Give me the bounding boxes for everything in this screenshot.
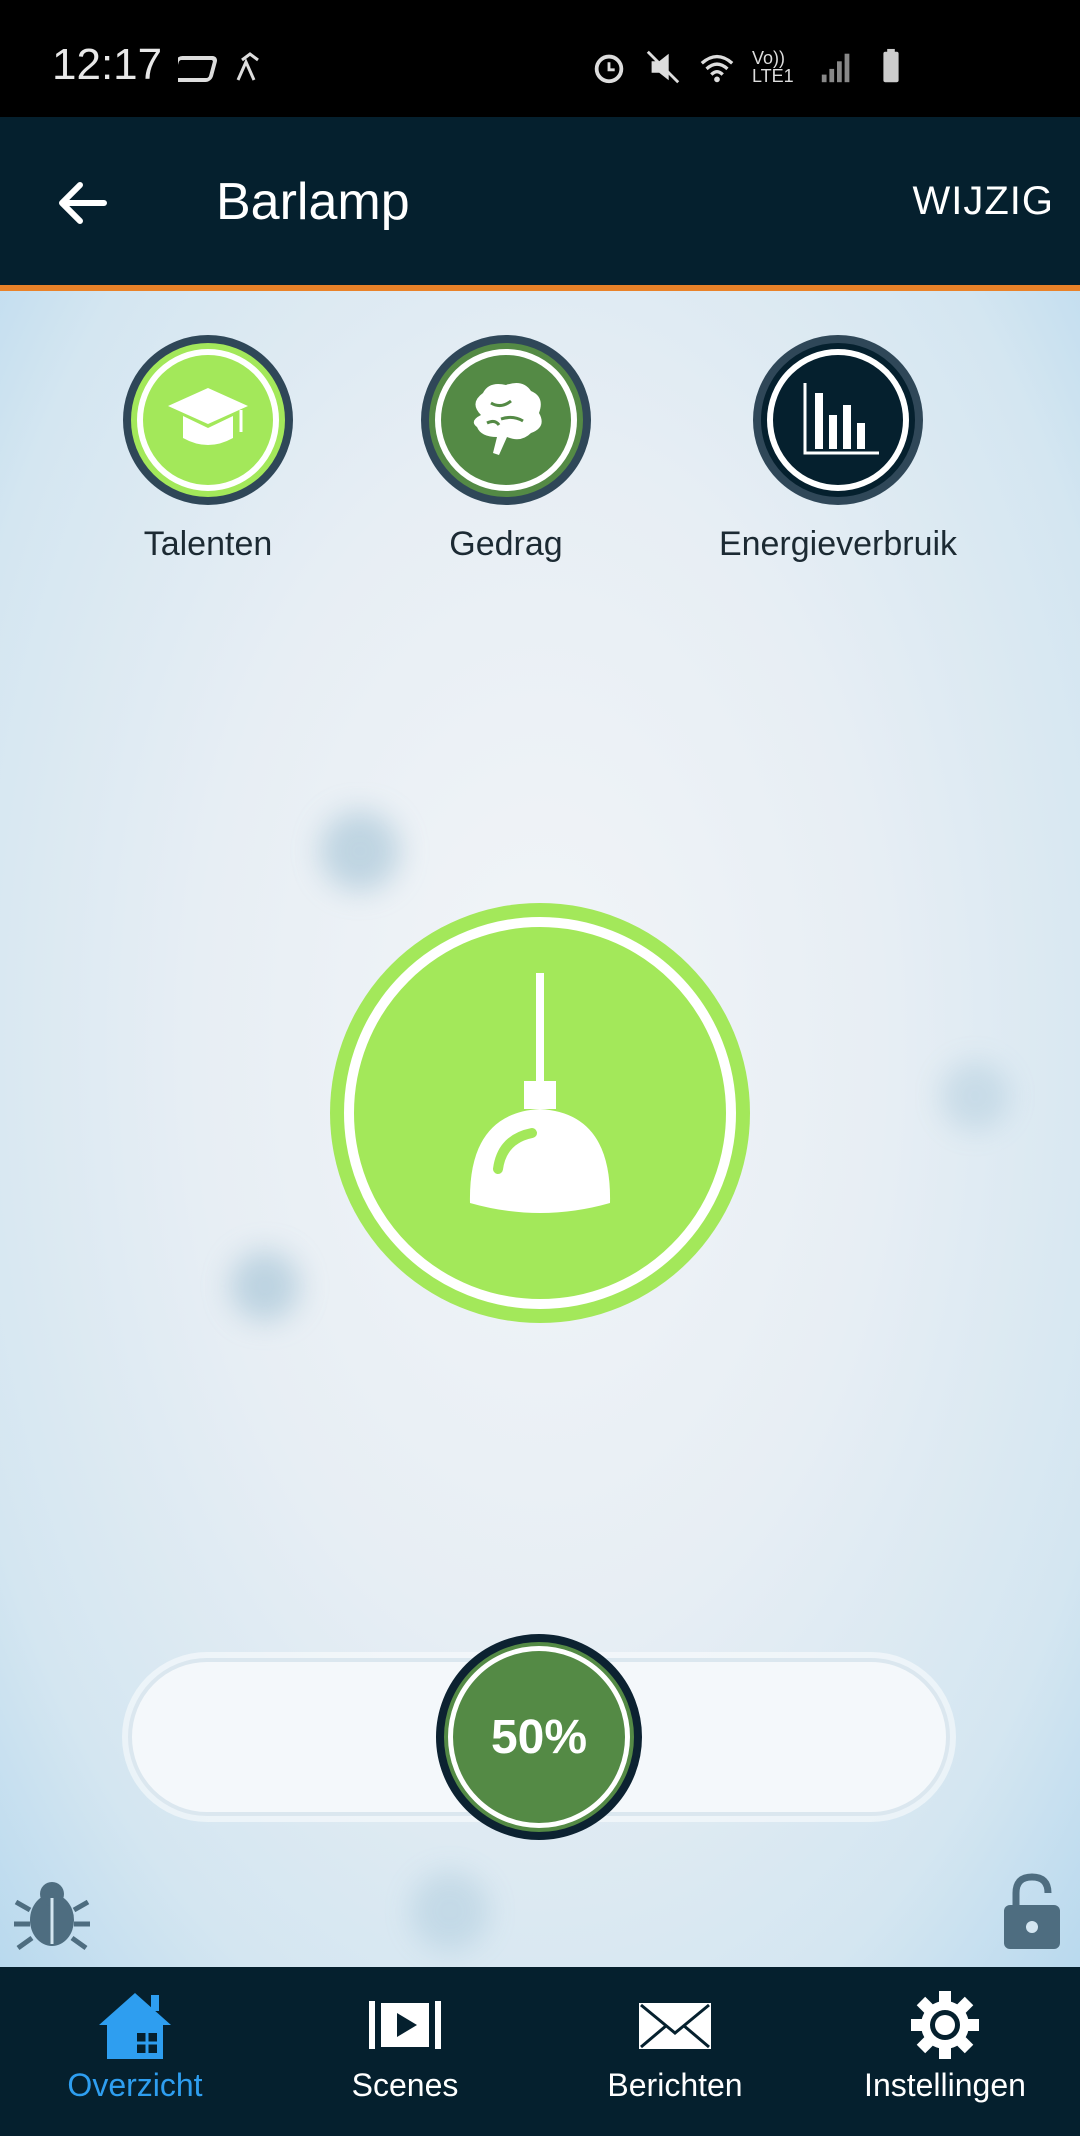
feature-label: Talenten <box>143 525 273 563</box>
bug-icon[interactable] <box>12 1874 92 1954</box>
battery-icon <box>883 48 899 83</box>
brain-icon <box>473 383 542 455</box>
gear-icon <box>911 1991 979 2059</box>
feature-energieverbruik[interactable]: Energieverbruik <box>688 335 988 564</box>
nav-label: Overzicht <box>67 2067 203 2103</box>
dimmer-value: 50% <box>490 1710 588 1764</box>
feature-gedrag[interactable]: Gedrag <box>356 335 656 564</box>
feature-energieverbruik-circle[interactable] <box>753 335 923 505</box>
device-detail-panel: Talenten Gedrag Energieverbruik 50% <box>0 291 1080 1967</box>
background-blur <box>410 1871 490 1951</box>
feature-label: Gedrag <box>449 525 563 563</box>
feature-talenten[interactable]: Talenten <box>58 335 358 564</box>
nav-label: Instellingen <box>864 2067 1026 2103</box>
dimmer-slider-knob[interactable]: 50% <box>436 1634 642 1840</box>
nav-label: Berichten <box>607 2067 743 2103</box>
nav-item-berichten[interactable]: Berichten <box>540 1967 810 2136</box>
nav-label: Scenes <box>351 2067 459 2103</box>
background-blur <box>320 811 400 891</box>
back-arrow-icon[interactable] <box>52 173 112 233</box>
lock-icon[interactable] <box>1002 1871 1062 1951</box>
background-blur <box>940 1061 1010 1131</box>
app-bar: Barlamp WIJZIG <box>0 117 1080 291</box>
mail-icon <box>639 2003 711 2049</box>
scenes-icon <box>369 2001 441 2049</box>
status-notification-icons <box>170 50 288 95</box>
pendant-lamp-icon <box>469 973 611 1213</box>
graduation-cap-icon <box>168 388 248 445</box>
status-time: 12:17 <box>52 40 163 89</box>
light-toggle-button[interactable] <box>330 903 750 1323</box>
status-bar: 12:17 Vo)) LTE1 <box>0 0 1080 117</box>
bar-chart-icon <box>803 383 879 455</box>
edit-button[interactable]: WIJZIG <box>912 179 1054 224</box>
mute-icon <box>646 50 680 84</box>
status-system-icons: Vo)) LTE1 <box>590 48 910 86</box>
nav-item-instellingen[interactable]: Instellingen <box>810 1967 1080 2136</box>
lte-indicator: Vo)) LTE1 <box>752 48 794 86</box>
feature-talenten-circle[interactable] <box>123 335 293 505</box>
wifi-icon <box>700 54 734 83</box>
page-title: Barlamp <box>216 173 410 231</box>
app-icon <box>170 52 259 82</box>
feature-gedrag-circle[interactable] <box>421 335 591 505</box>
feature-label: Energieverbruik <box>718 525 958 563</box>
background-blur <box>230 1251 300 1321</box>
nav-item-overzicht[interactable]: Overzicht <box>0 1967 270 2136</box>
home-icon <box>99 1993 171 2059</box>
nav-item-scenes[interactable]: Scenes <box>270 1967 540 2136</box>
alarm-icon <box>594 54 624 84</box>
signal-icon <box>821 53 850 83</box>
bottom-navigation: Overzicht Scenes Berichten Instellingen <box>0 1967 1080 2136</box>
